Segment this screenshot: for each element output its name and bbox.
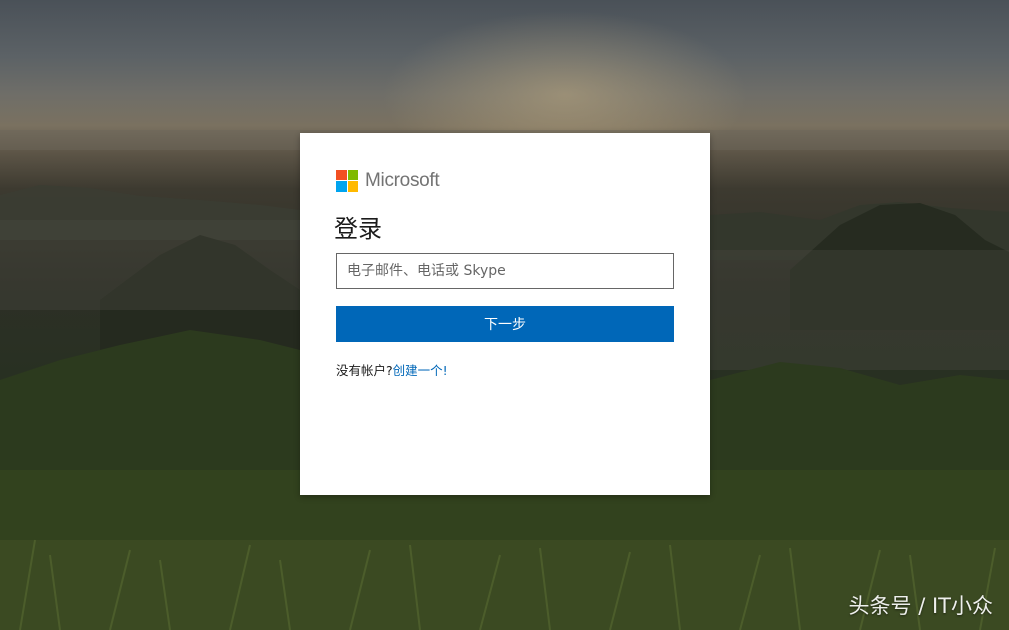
signin-card: Microsoft 登录 下一步 没有帐户?创建一个! [300,133,710,495]
create-account-link[interactable]: 创建一个! [393,363,448,378]
next-button[interactable]: 下一步 [336,306,674,342]
no-account-row: 没有帐户?创建一个! [336,360,448,379]
no-account-text: 没有帐户? [336,363,393,378]
microsoft-logo-icon [336,169,358,192]
page-title: 登录 [334,215,382,243]
brand-name: Microsoft [365,169,440,191]
watermark-text: 头条号 / IT小众 [848,594,993,618]
email-input[interactable] [336,253,674,289]
brand-logo: Microsoft [336,169,440,192]
